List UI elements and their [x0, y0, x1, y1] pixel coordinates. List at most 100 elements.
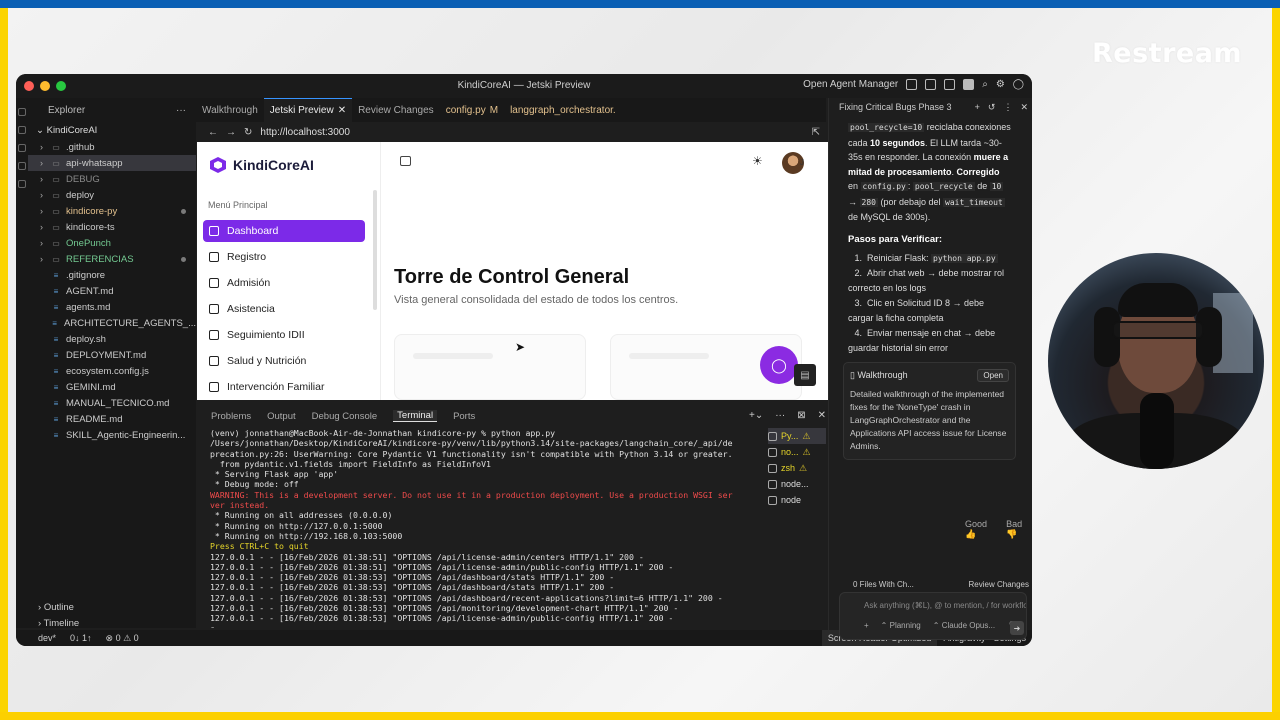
- sidebar-scrollbar[interactable]: [373, 190, 377, 310]
- changes-bar: 0 Files With Ch... Review Changes: [853, 580, 1029, 589]
- tree-folder[interactable]: › ▭ OnePunch: [28, 235, 196, 251]
- model-select[interactable]: ⌃ Claude Opus...: [933, 621, 995, 630]
- tree-file[interactable]: ≡ AGENT.md: [28, 283, 196, 299]
- forward-icon[interactable]: →: [226, 127, 236, 138]
- history-icon[interactable]: ↺: [988, 102, 996, 113]
- search-icon[interactable]: ⌕: [982, 79, 988, 90]
- secondary-sidebar-icon[interactable]: [963, 79, 975, 90]
- terminal-session[interactable]: zsh ⚠: [768, 460, 826, 476]
- nav-icon: [209, 226, 219, 236]
- more-actions-icon[interactable]: ···: [176, 105, 186, 116]
- editor-tab[interactable]: Walkthrough: [196, 98, 264, 122]
- run-activity-icon[interactable]: [18, 162, 26, 170]
- source-control-activity-icon[interactable]: [18, 144, 26, 152]
- tree-folder[interactable]: › ▭ kindicore-py: [28, 203, 196, 219]
- outline-section[interactable]: › Outline: [28, 602, 196, 613]
- tree-file[interactable]: ≡ SKILL_Agentic-Engineerin...: [28, 427, 196, 443]
- panel-tab[interactable]: Debug Console: [312, 411, 378, 422]
- editor-tab[interactable]: config.py M: [440, 98, 504, 122]
- new-chat-icon[interactable]: +: [975, 102, 980, 113]
- timeline-section[interactable]: › Timeline: [28, 618, 196, 629]
- terminal-session[interactable]: no... ⚠: [768, 444, 826, 460]
- sidebar-toggle-icon[interactable]: [925, 79, 937, 90]
- tree-folder[interactable]: › ▭ DEBUG: [28, 171, 196, 187]
- explorer-activity-icon[interactable]: [18, 108, 26, 116]
- tree-file[interactable]: ≡ GEMINI.md: [28, 379, 196, 395]
- problems-status[interactable]: ⊗ 0 ⚠ 0: [106, 633, 139, 644]
- walkthrough-open-button[interactable]: Open: [977, 369, 1009, 382]
- chat-button[interactable]: ◯: [760, 346, 798, 384]
- reload-icon[interactable]: ↻: [244, 127, 252, 138]
- branch-status[interactable]: dev*: [38, 633, 56, 643]
- modified-dot-icon: [181, 209, 186, 214]
- agent-input[interactable]: Ask anything (⌘L), @ to mention, / for w…: [839, 592, 1027, 640]
- tree-folder[interactable]: › ▭ REFERENCIAS: [28, 251, 196, 267]
- panel-tab[interactable]: Ports: [453, 411, 475, 422]
- more-actions-icon[interactable]: ···: [775, 410, 785, 421]
- tree-root[interactable]: ⌄ KindiCoreAI: [28, 122, 196, 139]
- back-icon[interactable]: ←: [208, 127, 218, 138]
- tree-item-label: README.md: [66, 413, 123, 425]
- nav-item[interactable]: Salud y Nutrición: [203, 350, 365, 372]
- tree-file[interactable]: ≡ ARCHITECTURE_AGENTS_...: [28, 315, 196, 331]
- tree-folder[interactable]: › ▭ .github: [28, 139, 196, 155]
- new-terminal-icon[interactable]: +⌄: [749, 410, 763, 421]
- sidebar-toggle-icon[interactable]: [400, 156, 411, 166]
- nav-item[interactable]: Asistencia: [203, 298, 365, 320]
- editor-tab[interactable]: langgraph_orchestrator.: [504, 98, 622, 122]
- tree-file[interactable]: ≡ DEPLOYMENT.md: [28, 347, 196, 363]
- nav-item[interactable]: Admisión: [203, 272, 365, 294]
- nav-item[interactable]: Seguimiento IDII: [203, 324, 365, 346]
- files-changed[interactable]: 0 Files With Ch...: [853, 580, 914, 589]
- url-input[interactable]: http://localhost:3000: [260, 127, 350, 138]
- panel-tab[interactable]: Output: [267, 411, 296, 422]
- sync-status[interactable]: 0↓ 1↑: [70, 633, 92, 643]
- layout-icon[interactable]: [906, 79, 918, 90]
- review-changes-button[interactable]: Review Changes: [969, 580, 1029, 589]
- panel-toggle-icon[interactable]: [944, 79, 956, 90]
- open-agent-manager-button[interactable]: Open Agent Manager: [803, 79, 898, 90]
- nav-item[interactable]: Intervención Familiar: [203, 376, 365, 398]
- close-panel-icon[interactable]: ✕: [1020, 102, 1028, 113]
- more-actions-icon[interactable]: ⋮: [1003, 102, 1012, 113]
- panel-tab[interactable]: Terminal: [393, 410, 438, 422]
- modified-dot-icon: [181, 257, 186, 262]
- terminal-session[interactable]: node...: [768, 476, 826, 492]
- terminal-session[interactable]: node: [768, 492, 826, 508]
- webcam-overlay: [1048, 253, 1264, 469]
- devtools-icon[interactable]: ▤: [794, 364, 816, 386]
- tree-folder[interactable]: › ▭ kindicore-ts: [28, 219, 196, 235]
- tree-folder[interactable]: › ▭ deploy: [28, 187, 196, 203]
- account-icon[interactable]: ◯: [1013, 79, 1024, 90]
- tree-file[interactable]: ≡ .gitignore: [28, 267, 196, 283]
- tree-file[interactable]: ≡ deploy.sh: [28, 331, 196, 347]
- send-button[interactable]: ➜: [1010, 621, 1024, 635]
- terminal-line: 127.0.0.1 - - [16/Feb/2026 01:38:53] "OP…: [210, 592, 723, 603]
- theme-toggle-icon[interactable]: ☀: [752, 154, 763, 168]
- mode-select[interactable]: ⌃ Planning: [881, 621, 921, 630]
- terminal-output[interactable]: (venv) jonnathan@MacBook-Air-de-Jonnatha…: [210, 428, 770, 628]
- tree-file[interactable]: ≡ ecosystem.config.js: [28, 363, 196, 379]
- open-external-icon[interactable]: ⇱: [812, 127, 820, 138]
- gear-icon[interactable]: ⚙: [996, 79, 1005, 90]
- panel-tab[interactable]: Problems: [211, 411, 251, 422]
- tree-folder[interactable]: › ▭ api-whatsapp: [28, 155, 196, 171]
- tree-file[interactable]: ≡ agents.md: [28, 299, 196, 315]
- maximize-panel-icon[interactable]: ⊠: [797, 410, 805, 421]
- search-activity-icon[interactable]: [18, 126, 26, 134]
- close-panel-icon[interactable]: ✕: [818, 410, 826, 421]
- good-button[interactable]: Good 👍: [965, 519, 996, 540]
- tree-item-label: REFERENCIAS: [66, 253, 134, 265]
- bad-button[interactable]: Bad 👎: [1006, 519, 1032, 540]
- editor-tab[interactable]: Jetski Preview ✕: [263, 98, 353, 122]
- tree-file[interactable]: ≡ MANUAL_TECNICO.md: [28, 395, 196, 411]
- close-tab-icon[interactable]: ✕: [338, 105, 346, 116]
- add-context-icon[interactable]: +: [864, 621, 869, 630]
- warning-icon: ⚠: [799, 462, 808, 473]
- terminal-session[interactable]: Py... ⚠: [768, 428, 826, 444]
- nav-item[interactable]: Dashboard: [203, 220, 365, 242]
- editor-tab[interactable]: Review Changes: [352, 98, 440, 122]
- tree-file[interactable]: ≡ README.md: [28, 411, 196, 427]
- extensions-activity-icon[interactable]: [18, 180, 26, 188]
- nav-item[interactable]: Registro: [203, 246, 365, 268]
